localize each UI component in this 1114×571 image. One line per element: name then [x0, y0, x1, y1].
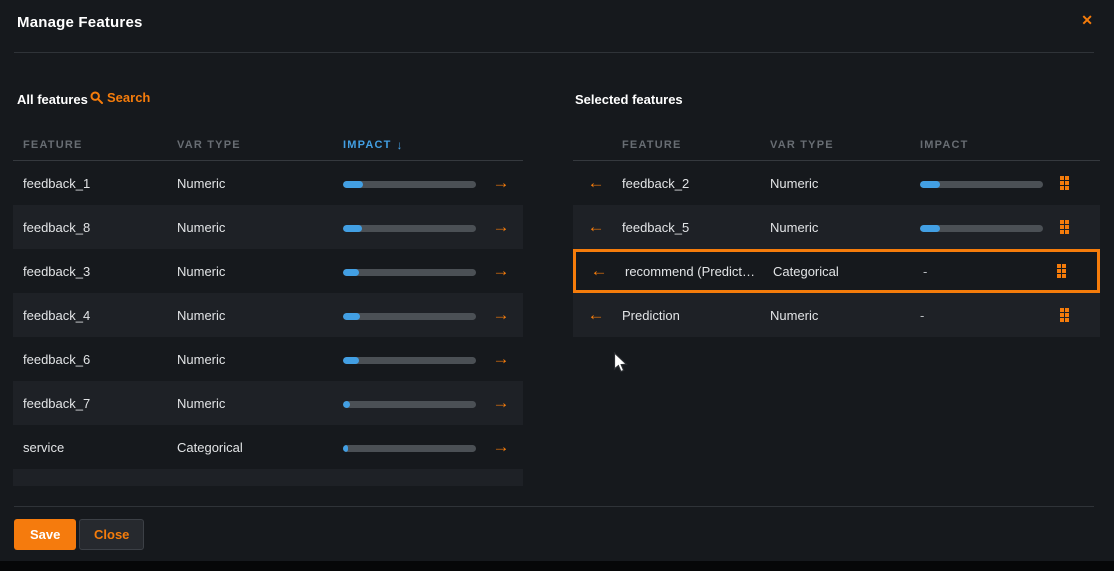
feature-name: feedback_1 [13, 176, 177, 191]
search-icon [90, 91, 103, 104]
impact-bar [343, 269, 476, 276]
feature-name: feedback_7 [13, 396, 177, 411]
selected-features-label: Selected features [575, 92, 683, 107]
drag-handle-icon[interactable] [1060, 308, 1100, 322]
feature-name: feedback_5 [619, 220, 767, 235]
impact-cell [917, 220, 1060, 235]
impact-bar [920, 225, 1043, 232]
search-label: Search [107, 90, 150, 105]
table-row: ← feedback_2 Numeric [573, 161, 1100, 205]
move-right-icon[interactable]: → [479, 261, 523, 281]
feature-name: feedback_3 [13, 264, 177, 279]
column-header-feature: FEATURE [619, 139, 767, 151]
move-right-icon[interactable]: → [479, 393, 523, 413]
impact-bar [920, 181, 1043, 188]
column-header-impact: IMPACT [917, 139, 1060, 151]
move-left-icon[interactable]: ← [573, 305, 619, 325]
impact-dash: - [923, 264, 927, 279]
var-type: Numeric [177, 220, 343, 235]
impact-bar [343, 313, 476, 320]
table-row: feedback_7 Numeric → [13, 381, 523, 425]
feature-name: feedback_6 [13, 352, 177, 367]
feature-name: service [13, 440, 177, 455]
impact-cell [343, 308, 479, 323]
feature-name: Prediction [619, 308, 767, 323]
column-header-feature: FEATURE [13, 139, 177, 151]
move-right-icon[interactable]: → [479, 305, 523, 325]
move-left-icon[interactable]: ← [573, 173, 619, 193]
impact-cell [343, 352, 479, 367]
feature-name: feedback_4 [13, 308, 177, 323]
var-type: Categorical [177, 440, 343, 455]
impact-cell [343, 176, 479, 191]
table-row: feedback_6 Numeric → [13, 337, 523, 381]
drag-handle-icon[interactable] [1060, 176, 1100, 190]
selected-features-rows: ← feedback_2 Numeric ← feedback_5 Numeri… [573, 161, 1100, 337]
header-divider [14, 52, 1094, 53]
move-left-icon[interactable]: ← [573, 217, 619, 237]
table-row: feedback_1 Numeric → [13, 161, 523, 205]
table-row: ← Prediction Numeric - [573, 293, 1100, 337]
column-header-impact-sort[interactable]: IMPACT ↓ [343, 138, 479, 152]
all-features-label: All features [17, 92, 88, 107]
table-row: ← feedback_5 Numeric [573, 205, 1100, 249]
impact-cell: - [920, 264, 1057, 279]
all-features-header-row: FEATURE VAR TYPE IMPACT ↓ [13, 130, 523, 161]
table-row: feedback_4 Numeric → [13, 293, 523, 337]
var-type: Categorical [770, 264, 920, 279]
move-right-icon[interactable]: → [479, 349, 523, 369]
drag-handle-icon[interactable] [1060, 220, 1100, 234]
move-right-icon[interactable]: → [479, 217, 523, 237]
var-type: Numeric [177, 352, 343, 367]
impact-bar [343, 357, 476, 364]
manage-features-dialog: Manage Features ✕ All features Search Se… [0, 0, 1114, 561]
impact-cell [343, 264, 479, 279]
column-header-var-type: VAR TYPE [767, 139, 917, 151]
page-background-strip [0, 561, 1114, 571]
impact-bar [343, 401, 476, 408]
var-type: Numeric [767, 308, 917, 323]
mouse-cursor [613, 352, 629, 379]
move-right-icon[interactable]: → [479, 437, 523, 457]
column-header-var-type: VAR TYPE [177, 139, 343, 151]
impact-cell [917, 176, 1060, 191]
feature-name: feedback_8 [13, 220, 177, 235]
feature-name: feedback_2 [619, 176, 767, 191]
all-features-rows: feedback_1 Numeric → feedback_8 Numeric … [13, 161, 523, 469]
var-type: Numeric [177, 308, 343, 323]
feature-name: recommend (Predict… [622, 264, 770, 279]
var-type: Numeric [767, 220, 917, 235]
table-row: ← recommend (Predict… Categorical - [573, 249, 1100, 293]
var-type: Numeric [767, 176, 917, 191]
impact-bar [343, 445, 476, 452]
impact-cell [343, 440, 479, 455]
impact-header-label: IMPACT [343, 139, 392, 151]
table-row: service Categorical → [13, 425, 523, 469]
impact-cell: - [917, 308, 1060, 323]
move-right-icon[interactable]: → [479, 173, 523, 193]
sort-descending-icon: ↓ [397, 138, 403, 152]
search-button[interactable]: Search [90, 90, 150, 105]
close-button[interactable]: Close [79, 519, 144, 550]
impact-cell [343, 396, 479, 411]
impact-dash: - [920, 308, 924, 323]
close-icon[interactable]: ✕ [1081, 13, 1093, 27]
all-features-table: FEATURE VAR TYPE IMPACT ↓ feedback_1 Num… [13, 130, 523, 486]
drag-handle-icon[interactable] [1057, 264, 1097, 278]
var-type: Numeric [177, 176, 343, 191]
empty-row-strip [13, 469, 523, 486]
table-row: feedback_8 Numeric → [13, 205, 523, 249]
footer-divider [14, 506, 1094, 507]
impact-cell [343, 220, 479, 235]
dialog-title: Manage Features [17, 14, 143, 31]
var-type: Numeric [177, 264, 343, 279]
table-row: feedback_3 Numeric → [13, 249, 523, 293]
move-left-icon[interactable]: ← [576, 261, 622, 281]
impact-bar [343, 181, 476, 188]
selected-features-table: FEATURE VAR TYPE IMPACT ← feedback_2 Num… [573, 130, 1100, 337]
save-button[interactable]: Save [14, 519, 76, 550]
selected-features-header-row: FEATURE VAR TYPE IMPACT [573, 130, 1100, 161]
impact-bar [343, 225, 476, 232]
var-type: Numeric [177, 396, 343, 411]
